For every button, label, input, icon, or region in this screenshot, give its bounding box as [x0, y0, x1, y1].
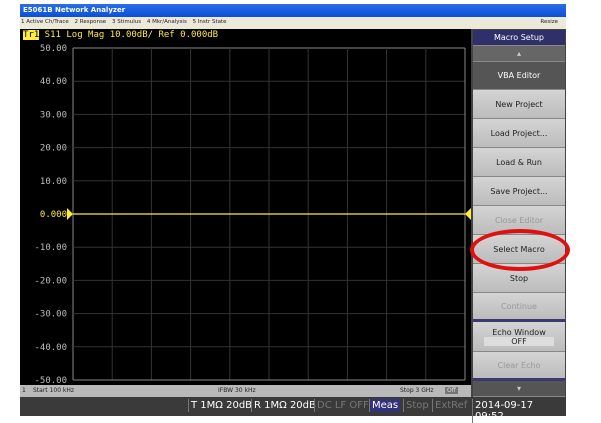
y-tick-label: -30.00: [34, 310, 67, 320]
channel-number: 1: [22, 387, 26, 394]
title-bar: E5061B Network Analyzer: [20, 4, 566, 17]
scroll-up-button[interactable]: ▴: [473, 46, 565, 62]
menu-response[interactable]: 2 Response: [75, 19, 107, 25]
stop-frequency: Stop 3 GHz: [400, 387, 434, 394]
off-indicator: Off: [445, 387, 458, 394]
scroll-down-button[interactable]: ▾: [473, 381, 565, 397]
t-input-status: T 1MΩ 20dB: [188, 399, 254, 412]
extref-status: ExtRef: [432, 399, 469, 412]
y-tick-label: 10.00: [40, 177, 67, 187]
highlight-annotation: [470, 229, 570, 271]
menu-active-trace[interactable]: 1 Active Ch/Trace: [21, 19, 69, 25]
dc-lf-status: DC LF OFF: [314, 399, 371, 412]
panel-title: Macro Setup: [473, 30, 565, 46]
menu-stimulus[interactable]: 3 Stimulus: [112, 19, 141, 25]
clear-echo-button[interactable]: Clear Echo: [473, 352, 565, 381]
softkey-panel: Macro Setup ▴ VBA Editor New Project Loa…: [471, 29, 566, 397]
y-tick-label: 40.00: [40, 77, 67, 87]
load-project-button[interactable]: Load Project...: [473, 119, 565, 148]
save-project-button[interactable]: Save Project...: [473, 177, 565, 206]
instrument-status-bar: T 1MΩ 20dB R 1MΩ 20dB DC LF OFF Meas Sto…: [20, 397, 566, 423]
continue-button[interactable]: Continue: [473, 293, 565, 322]
y-tick-label: 30.00: [40, 110, 67, 120]
new-project-button[interactable]: New Project: [473, 90, 565, 119]
trace-display: 50.00 40.00 30.00 20.00 10.00 0.000 -10.00 -20.…: [20, 29, 471, 385]
menu-marker-analysis[interactable]: 4 Mkr/Analysis: [147, 19, 187, 25]
y-tick-label: -40.00: [34, 343, 67, 353]
analyzer-window: E5061B Network Analyzer 1 Active Ch/Trac…: [20, 4, 566, 423]
load-run-button[interactable]: Load & Run: [473, 148, 565, 177]
y-tick-label: -50.00: [34, 376, 67, 385]
resize-button[interactable]: Resize: [540, 19, 558, 25]
trace-format: S11 Log Mag 10.00dB/ Ref 0.000dB: [39, 30, 219, 40]
vba-editor-button[interactable]: VBA Editor: [473, 62, 565, 90]
y-tick-label: -20.00: [34, 276, 67, 286]
y-tick-label: 20.00: [40, 144, 67, 154]
y-tick-label: -10.00: [34, 243, 67, 253]
plot-svg: 50.00 40.00 30.00 20.00 10.00 0.000 -10.00 -20.…: [34, 44, 471, 385]
trace-header: Tr1 S11 Log Mag 10.00dB/ Ref 0.000dB: [23, 30, 218, 40]
ref-marker-left: [67, 208, 73, 220]
r-input-status: R 1MΩ 20dB: [251, 399, 318, 412]
meas-status: Meas: [369, 399, 401, 412]
menu-instr-state[interactable]: 5 Instr State: [193, 19, 227, 25]
trace-label[interactable]: Tr1: [23, 30, 40, 40]
start-frequency: Start 100 kHz: [33, 387, 75, 394]
stop-status: Stop: [403, 399, 431, 412]
channel-status-bar: 1 Start 100 kHz IFBW 30 kHz Stop 3 GHz O…: [20, 385, 471, 397]
y-tick-label: 0.000: [40, 210, 67, 220]
datetime: 2014-09-17 09:52: [472, 399, 566, 423]
echo-window-value: OFF: [484, 336, 554, 346]
echo-window-button[interactable]: Echo Window OFF: [473, 322, 565, 352]
menu-bar: 1 Active Ch/Trace 2 Response 3 Stimulus …: [20, 17, 566, 28]
echo-window-label: Echo Window: [492, 327, 546, 337]
y-tick-label: 50.00: [40, 44, 67, 54]
ifbw: IFBW 30 kHz: [218, 387, 256, 394]
